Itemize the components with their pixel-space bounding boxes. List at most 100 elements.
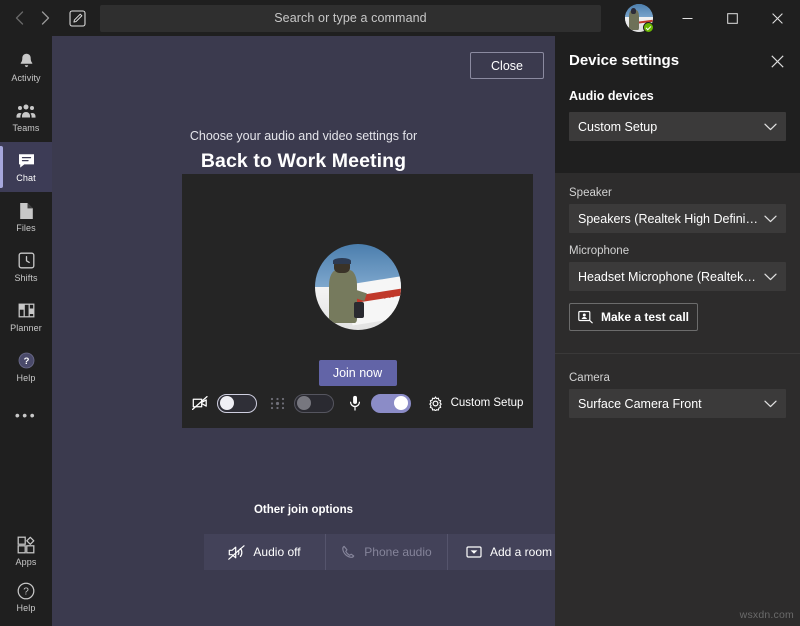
sidebar-item-teams[interactable]: Teams	[0, 92, 52, 142]
device-settings-link[interactable]: Custom Setup	[427, 394, 524, 412]
sidebar-item-label: Shifts	[14, 272, 38, 283]
speaker-microphone-section: Speaker Speakers (Realtek High Definitio…	[555, 173, 800, 353]
join-option-phone-audio: Phone audio	[326, 534, 448, 570]
apps-icon	[17, 535, 35, 555]
panel-close-button[interactable]	[766, 50, 788, 72]
audio-devices-section: Audio devices Custom Setup	[555, 89, 800, 173]
meeting-title: Back to Work Meeting	[200, 150, 407, 172]
maximize-icon	[727, 12, 738, 24]
background-filters-toggle[interactable]	[293, 393, 334, 413]
toggle-knob	[219, 396, 234, 410]
chevron-down-icon	[764, 273, 777, 281]
sidebar-item-label: Apps	[15, 556, 37, 567]
camera-control	[191, 393, 257, 413]
sidebar-item-label: Planner	[10, 322, 42, 333]
prejoin-subtitle: Choose your audio and video settings for	[189, 129, 418, 143]
window-close-button[interactable]	[755, 0, 800, 36]
join-option-label: Audio off	[253, 545, 301, 559]
audio-devices-value: Custom Setup	[578, 119, 658, 134]
sidebar-item-apps[interactable]: Apps	[0, 526, 52, 576]
video-preview: TW Join now Custom Setup	[182, 174, 533, 428]
clock-icon	[18, 251, 35, 271]
chevron-down-icon	[764, 400, 777, 408]
sidebar-item-help-top[interactable]: ? Help	[0, 342, 52, 392]
microphone-dropdown[interactable]: Headset Microphone (Realtek High D...	[569, 262, 786, 291]
prejoin-close-button[interactable]: Close	[470, 52, 544, 79]
speaker-value: Speakers (Realtek High Definition Au...	[578, 211, 758, 226]
sidebar-item-files[interactable]: Files	[0, 192, 52, 242]
join-option-label: Phone audio	[364, 545, 432, 559]
join-now-button[interactable]: Join now	[318, 360, 397, 386]
prejoin-stage: Close Choose your audio and video settin…	[52, 36, 555, 626]
people-icon	[16, 101, 36, 121]
join-option-audio-off[interactable]: Audio off	[204, 534, 326, 570]
audio-devices-dropdown[interactable]: Custom Setup	[569, 112, 786, 141]
app-navigation-rail: Activity Teams Chat Files Shifts Planner…	[0, 36, 52, 626]
microphone-label: Microphone	[569, 245, 630, 257]
join-option-label: Add a room	[489, 545, 553, 559]
panel-title: Device settings	[569, 52, 680, 69]
teams-window: Search or type a command Activity Teams …	[0, 0, 800, 626]
chat-bubble-icon	[17, 151, 36, 171]
window-controls-group	[625, 0, 800, 36]
make-test-call-button[interactable]: Make a test call	[569, 303, 698, 331]
file-icon	[19, 201, 34, 221]
camera-value: Surface Camera Front	[578, 396, 702, 411]
sidebar-item-activity[interactable]: Activity	[0, 42, 52, 92]
speaker-dropdown[interactable]: Speakers (Realtek High Definition Au...	[569, 204, 786, 233]
compose-new-chat-icon	[68, 9, 86, 27]
chevron-down-icon	[764, 123, 777, 131]
status-badge-available	[643, 22, 654, 33]
close-icon	[770, 54, 784, 68]
camera-toggle[interactable]	[216, 393, 257, 413]
help-circle-icon: ?	[17, 581, 35, 601]
microphone-control	[346, 393, 411, 413]
back-button[interactable]	[6, 5, 32, 31]
sidebar-item-planner[interactable]: Planner	[0, 292, 52, 342]
background-blur-icon	[269, 394, 287, 412]
join-option-add-room[interactable]: Add a room	[448, 534, 555, 570]
camera-section: Camera Surface Camera Front	[555, 354, 800, 418]
sidebar-item-shifts[interactable]: Shifts	[0, 242, 52, 292]
sidebar-item-chat[interactable]: Chat	[0, 142, 52, 192]
sidebar-item-label: Help	[16, 372, 36, 383]
camera-off-icon	[191, 394, 210, 412]
device-settings-link-label: Custom Setup	[450, 397, 524, 409]
other-join-options-bar: Audio off Phone audio Add a room	[204, 534, 555, 570]
user-avatar-button[interactable]	[625, 4, 654, 33]
svg-text:?: ?	[23, 356, 29, 367]
planner-grid-icon	[18, 301, 35, 321]
add-room-icon	[466, 545, 482, 559]
background-filters-control	[269, 393, 334, 413]
sidebar-item-label: Help	[16, 602, 36, 613]
gear-icon	[427, 394, 445, 412]
make-test-call-label: Make a test call	[600, 310, 690, 324]
title-bar: Search or type a command	[0, 0, 800, 36]
forward-button[interactable]	[32, 5, 58, 31]
microphone-value: Headset Microphone (Realtek High D...	[578, 269, 758, 284]
search-bar[interactable]: Search or type a command	[100, 4, 601, 32]
watermark: wsxdn.com	[739, 609, 794, 621]
sidebar-item-label: Activity	[11, 72, 41, 83]
sidebar-item-help[interactable]: ? Help	[0, 576, 52, 626]
bell-icon	[18, 51, 35, 71]
microphone-toggle[interactable]	[370, 393, 411, 413]
camera-dropdown[interactable]: Surface Camera Front	[569, 389, 786, 418]
minimize-icon	[682, 17, 693, 19]
new-chat-button[interactable]	[60, 4, 94, 32]
device-settings-header: Device settings	[555, 36, 800, 89]
test-call-icon	[578, 310, 593, 324]
speaker-off-icon	[228, 544, 246, 560]
maximize-button[interactable]	[710, 0, 755, 36]
sidebar-item-label: Teams	[12, 122, 40, 133]
prejoin-controls: Custom Setup	[182, 386, 533, 420]
close-icon	[772, 12, 783, 24]
microphone-icon	[346, 394, 364, 412]
search-placeholder: Search or type a command	[274, 11, 427, 25]
toggle-knob	[393, 396, 408, 410]
navigation-arrows	[0, 0, 60, 36]
sidebar-item-label: Files	[16, 222, 36, 233]
minimize-button[interactable]	[665, 0, 710, 36]
more-apps-button[interactable]: •••	[0, 392, 52, 438]
other-join-options-title: Other join options	[253, 504, 354, 516]
